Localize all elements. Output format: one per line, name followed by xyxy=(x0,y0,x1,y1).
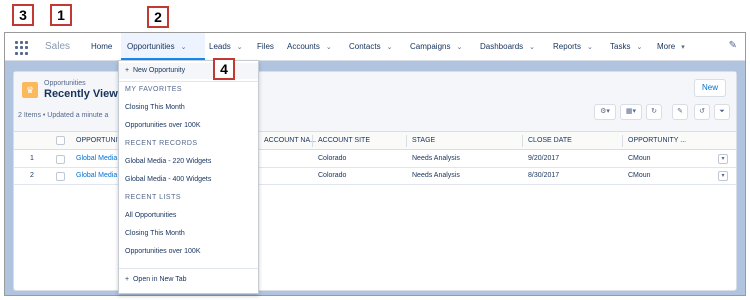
close-date-cell: 9/20/2017 xyxy=(528,155,560,162)
nav-item-reports[interactable]: Reports ⌄ xyxy=(553,42,593,51)
owner-cell: CMoun xyxy=(628,155,651,162)
salesforce-window: Sales Home Opportunities ⌄ Leads ⌄ Files A… xyxy=(4,32,746,296)
row-checkbox[interactable] xyxy=(56,172,65,181)
favorite-item[interactable]: Closing This Month xyxy=(125,104,185,111)
column-header[interactable]: Account Na... xyxy=(264,137,316,144)
row-action-chevron-icon[interactable]: ▾ xyxy=(718,171,728,181)
chevron-down-icon[interactable]: ⌄ xyxy=(587,43,593,51)
opportunity-name-link[interactable]: Global Media xyxy=(76,155,117,162)
new-opportunity-item[interactable]: + New Opportunity xyxy=(125,67,185,74)
chevron-down-icon[interactable]: ⌄ xyxy=(636,43,642,51)
callout-4: 4 xyxy=(213,58,235,80)
chevron-down-icon[interactable]: ⌄ xyxy=(181,43,187,51)
callout-3: 3 xyxy=(12,4,34,26)
undo-icon[interactable]: ↺ xyxy=(694,104,710,120)
caret-down-icon[interactable]: ▾ xyxy=(681,43,685,51)
nav-item-files[interactable]: Files xyxy=(257,42,274,51)
favorite-item[interactable]: Opportunities over 100K xyxy=(125,122,201,129)
chevron-down-icon[interactable]: ⌄ xyxy=(529,43,535,51)
opportunity-crown-icon: ♛ xyxy=(22,82,38,98)
stage-cell: Needs Analysis xyxy=(412,155,460,162)
recent-record-item[interactable]: Global Media - 400 Widgets xyxy=(125,176,211,183)
row-checkbox[interactable] xyxy=(56,155,65,164)
nav-item-tasks[interactable]: Tasks ⌄ xyxy=(610,42,642,51)
column-header[interactable]: Close Date xyxy=(528,137,572,144)
nav-item-dashboards[interactable]: Dashboards ⌄ xyxy=(480,42,535,51)
account-site-cell: Colorado xyxy=(318,155,347,162)
column-header[interactable]: Account Site xyxy=(318,137,370,144)
nav-item-home[interactable]: Home xyxy=(91,42,112,51)
recent-record-item[interactable]: Global Media - 220 Widgets xyxy=(125,158,211,165)
refresh-icon[interactable]: ↻ xyxy=(646,104,662,120)
nav-item-accounts[interactable]: Accounts ⌄ xyxy=(287,42,332,51)
filter-icon[interactable]: ⏷ xyxy=(714,104,730,120)
recent-lists-header: RECENT LISTS xyxy=(125,194,182,201)
top-nav-bar: Sales Home Opportunities ⌄ Leads ⌄ Files A… xyxy=(5,33,745,61)
favorites-header: MY FAVORITES xyxy=(125,86,183,93)
open-in-new-tab-item[interactable]: + Open in New Tab xyxy=(125,276,187,283)
stage-cell: Needs Analysis xyxy=(412,172,460,179)
chevron-down-icon[interactable]: ⌄ xyxy=(326,43,332,51)
edit-nav-pencil-icon[interactable]: ✎ xyxy=(729,40,737,51)
nav-item-opportunities[interactable]: Opportunities ⌄ xyxy=(127,42,186,51)
row-number: 2 xyxy=(30,172,34,179)
callout-2: 2 xyxy=(147,6,169,28)
nav-item-campaigns[interactable]: Campaigns ⌄ xyxy=(410,42,462,51)
owner-cell: CMoun xyxy=(628,172,651,179)
recent-list-item[interactable]: All Opportunities xyxy=(125,212,176,219)
plus-icon: + xyxy=(125,67,130,74)
chevron-down-icon[interactable]: ⌄ xyxy=(387,43,393,51)
chevron-down-icon[interactable]: ⌄ xyxy=(456,43,462,51)
new-button[interactable]: New xyxy=(694,79,726,97)
row-action-chevron-icon[interactable]: ▾ xyxy=(718,154,728,164)
list-meta: 2 Items • Updated a minute a xyxy=(18,112,109,119)
recent-records-header: RECENT RECORDS xyxy=(125,140,198,147)
plus-icon: + xyxy=(125,276,130,283)
gear-icon[interactable]: ⚙▾ xyxy=(594,104,616,120)
recent-list-item[interactable]: Opportunities over 100K xyxy=(125,248,201,255)
app-launcher-icon[interactable] xyxy=(15,41,29,55)
pencil-icon[interactable]: ✎ xyxy=(672,104,688,120)
column-header[interactable]: Opportunity ... xyxy=(628,137,686,144)
nav-item-more[interactable]: More ▾ xyxy=(657,42,685,51)
row-number: 1 xyxy=(30,155,34,162)
callout-1: 1 xyxy=(50,4,72,26)
opportunity-name-link[interactable]: Global Media xyxy=(76,172,117,179)
column-header[interactable]: Stage xyxy=(412,137,435,144)
app-name: Sales xyxy=(45,41,71,52)
opportunities-dropdown-menu: + New Opportunity MY FAVORITES Closing T… xyxy=(118,60,259,294)
table-view-icon[interactable]: ▦▾ xyxy=(620,104,642,120)
object-label: Opportunities xyxy=(44,80,86,87)
chevron-down-icon[interactable]: ⌄ xyxy=(237,43,243,51)
close-date-cell: 8/30/2017 xyxy=(528,172,560,179)
nav-item-leads[interactable]: Leads ⌄ xyxy=(209,42,243,51)
account-site-cell: Colorado xyxy=(318,172,347,179)
select-all-checkbox[interactable] xyxy=(56,136,65,145)
recent-list-item[interactable]: Closing This Month xyxy=(125,230,185,237)
nav-item-contacts[interactable]: Contacts ⌄ xyxy=(349,42,392,51)
